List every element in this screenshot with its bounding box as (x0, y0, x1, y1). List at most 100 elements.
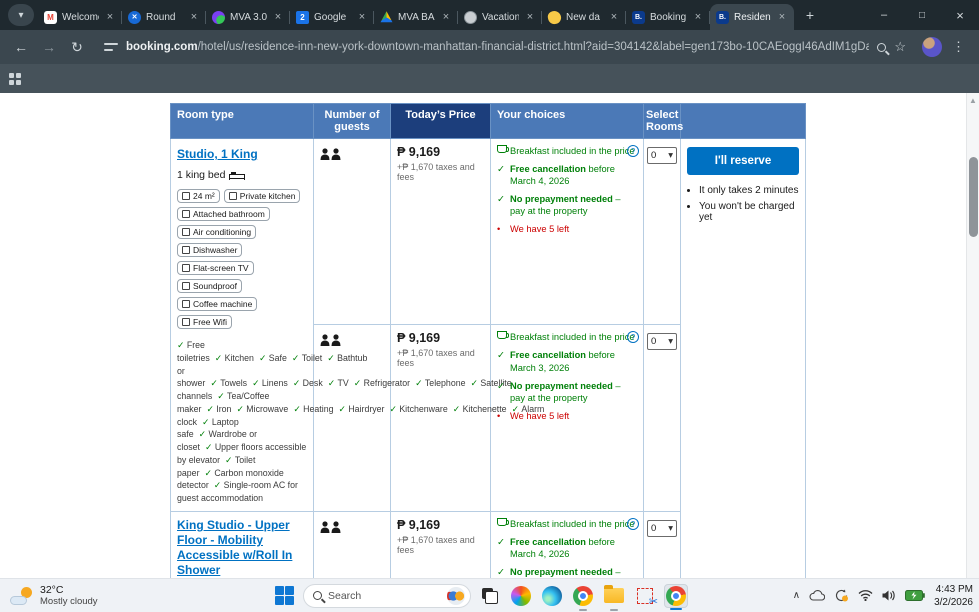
profile-avatar[interactable] (922, 37, 942, 57)
volume-icon[interactable] (882, 590, 896, 601)
tab-close-icon[interactable] (440, 11, 452, 23)
tab-label: Google (314, 11, 347, 23)
tab-welcome[interactable]: M Welcome (38, 4, 122, 30)
taskbar-clock[interactable]: 4:43 PM 3/2/2026 (934, 583, 973, 609)
tab-booking[interactable]: B. Booking (626, 4, 710, 30)
tab-mva-ba[interactable]: MVA BA (374, 4, 458, 30)
room-price: ₱ 9,169 (397, 145, 441, 159)
edge-button[interactable] (540, 584, 564, 608)
tab-google[interactable]: 2 Google (290, 4, 374, 30)
room-cell-studio-1-king: Studio, 1 King 1 king bed 24 m² Private k… (170, 138, 544, 512)
maximize-button[interactable] (903, 0, 941, 30)
site-info-icon[interactable] (104, 42, 118, 52)
amenity-item: Refrigerator (354, 378, 410, 388)
chrome-active-window-button[interactable] (664, 583, 688, 610)
start-button[interactable] (272, 584, 296, 608)
no-prepayment-line: No prepayment needed – pay at the proper… (510, 380, 621, 403)
browser-menu-icon[interactable] (948, 39, 969, 55)
rooms-quantity-dropdown[interactable]: 0 (647, 519, 677, 537)
select-cell: 0 (643, 137, 681, 326)
choices-cell: Breakfast included in the price Free can… (490, 324, 644, 512)
taskbar-search-box[interactable]: Search (303, 583, 471, 608)
windows-taskbar: 32°C Mostly cloudy Search ∧ 4:43 PM 3/2/… (0, 578, 979, 612)
taxes-note: +₱ 1,670 taxes and fees (397, 348, 475, 369)
tab-search-button[interactable] (8, 4, 34, 26)
tab-close-icon[interactable] (272, 11, 284, 23)
chrome-button[interactable] (571, 584, 595, 611)
mva-favicon-icon (212, 10, 225, 24)
room-link-studio-1-king[interactable]: Studio, 1 King (177, 147, 258, 162)
tab-close-icon[interactable] (104, 11, 116, 23)
two-guests-icon (320, 521, 341, 533)
task-view-button[interactable] (478, 584, 502, 608)
tab-close-icon[interactable] (776, 11, 788, 23)
amenity-item: Kitchen (215, 353, 254, 363)
address-bar[interactable]: booking.com/hotel/us/residence-inn-new-y… (94, 34, 916, 60)
tab-mva-3[interactable]: MVA 3.0 (206, 4, 290, 30)
url-text[interactable]: booking.com/hotel/us/residence-inn-new-y… (126, 41, 869, 53)
facility-badge: Air conditioning (177, 225, 257, 239)
reload-button[interactable] (66, 39, 88, 56)
room-link-king-studio[interactable]: King Studio - Upper Floor - Mobility Acc… (177, 518, 307, 578)
free-cancellation-line: Free cancellation before March 4, 2026 (510, 164, 615, 187)
copilot-button[interactable] (509, 584, 533, 608)
onedrive-cloud-icon[interactable] (809, 590, 826, 601)
bookmarks-strip (0, 64, 979, 93)
gmail-icon: M (44, 10, 57, 24)
bookmark-star-icon[interactable] (894, 39, 906, 55)
chrome-icon (666, 585, 686, 606)
tab-new-da[interactable]: New da (542, 4, 626, 30)
tray-expand-icon[interactable]: ∧ (793, 590, 800, 601)
battery-charging-icon[interactable] (905, 590, 925, 601)
back-button[interactable] (10, 39, 32, 55)
room-cell-king-studio: King Studio - Upper Floor - Mobility Acc… (170, 510, 314, 578)
page-scrollbar[interactable] (966, 93, 979, 578)
reserve-cell: I'll reserve It only takes 2 minutes You … (680, 138, 806, 578)
help-icon[interactable] (627, 331, 639, 344)
room-price: ₱ 9,169 (397, 331, 441, 346)
rooms-quantity-dropdown[interactable]: 0 (647, 147, 677, 164)
rooms-quantity-dropdown[interactable]: 0 (647, 333, 677, 351)
tab-close-icon[interactable] (692, 11, 704, 23)
help-icon[interactable] (627, 145, 639, 157)
tab-close-icon[interactable] (356, 11, 368, 23)
booking-favicon-icon: B. (716, 10, 729, 24)
weather-widget[interactable]: 32°C Mostly cloudy (0, 584, 98, 607)
coffee-machine-icon (182, 300, 190, 308)
reserve-button[interactable]: I'll reserve (687, 147, 799, 175)
chevron-down-icon (668, 336, 673, 347)
amenities-list: Free toiletriesKitchenSafeToiletBathtub … (177, 339, 544, 505)
wifi-icon[interactable] (858, 590, 873, 601)
weather-temperature: 32°C (40, 584, 64, 596)
apps-grid-icon[interactable] (9, 72, 21, 85)
booking-favicon-icon: B. (632, 10, 645, 24)
file-explorer-button[interactable] (602, 584, 626, 611)
reserve-note: You won't be charged yet (699, 201, 799, 223)
table-row: Studio, 1 King 1 king bed 24 m² Private k… (170, 137, 806, 578)
header-number-of-guests: Number of guests (313, 103, 391, 139)
forward-button[interactable] (38, 39, 60, 55)
amenity-item: Toilet (292, 353, 322, 363)
amenity-item: Hairdryer (338, 404, 384, 414)
header-reserve (680, 103, 806, 139)
tab-close-icon[interactable] (524, 11, 536, 23)
new-tab-button[interactable] (798, 3, 822, 27)
windows-logo-icon (274, 586, 294, 605)
minimize-button[interactable] (865, 0, 903, 30)
help-icon[interactable] (627, 517, 639, 530)
tab-vacation[interactable]: Vacation (458, 4, 542, 30)
scroll-up-icon[interactable] (967, 93, 979, 105)
zoom-icon[interactable] (877, 42, 887, 52)
scrollbar-thumb[interactable] (969, 157, 978, 237)
tab-round[interactable]: Round (122, 4, 206, 30)
tab-close-icon[interactable] (188, 11, 200, 23)
sync-update-icon[interactable] (834, 589, 849, 602)
tab-residence-inn-active[interactable]: B. Residen (710, 4, 794, 30)
facility-badge: Attached bathroom (177, 207, 270, 221)
task-view-icon (482, 587, 498, 604)
facility-badge: Flat-screen TV (177, 261, 254, 275)
snipping-tool-button[interactable] (633, 584, 658, 608)
tab-close-icon[interactable] (608, 11, 620, 23)
close-window-button[interactable] (941, 0, 979, 30)
tab-label: MVA 3.0 (230, 11, 267, 23)
